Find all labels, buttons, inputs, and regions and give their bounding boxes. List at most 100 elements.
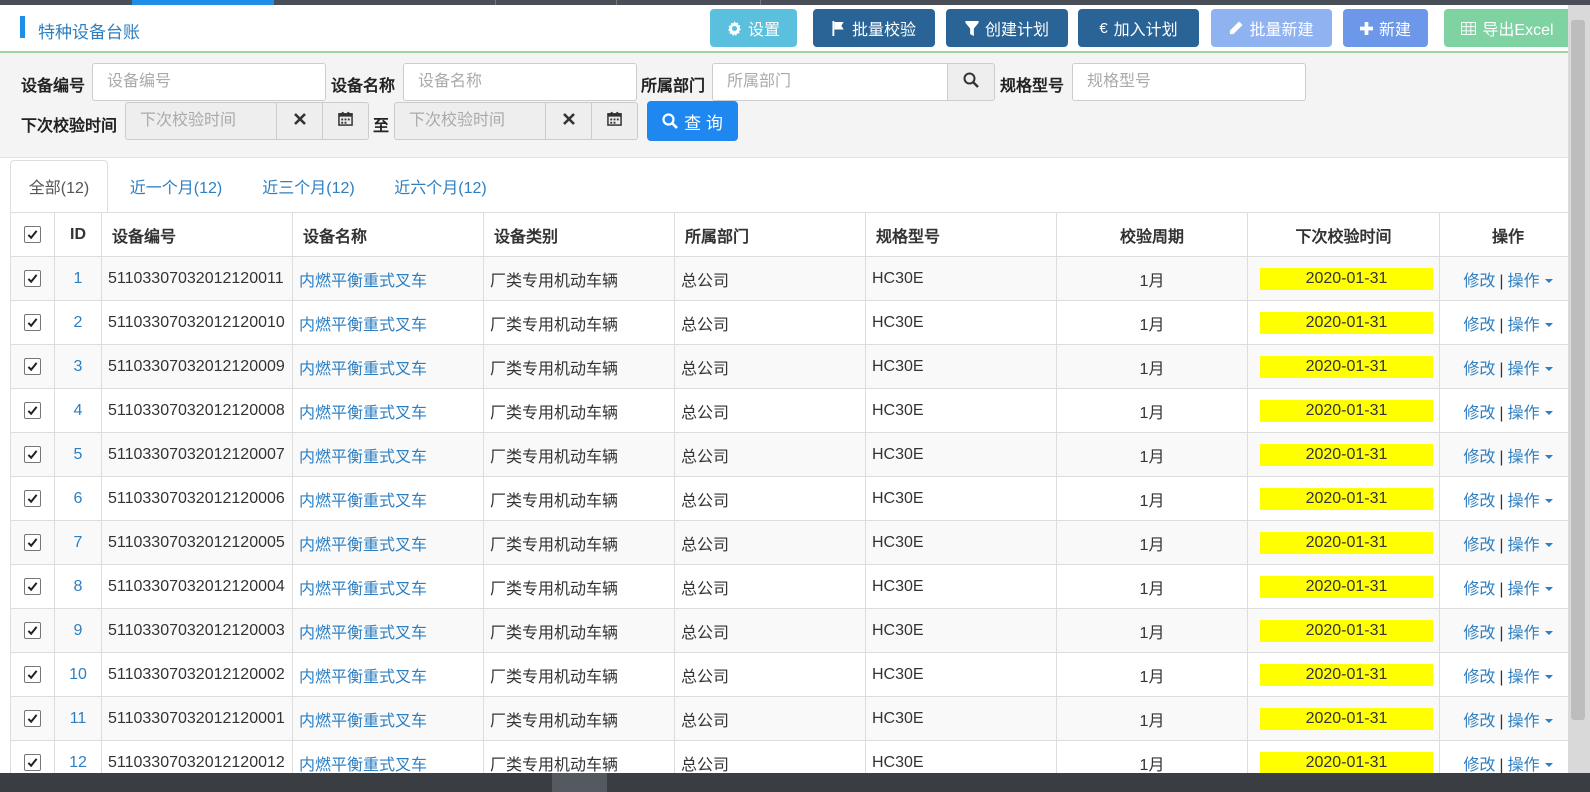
row-id-link[interactable]: 11 bbox=[70, 710, 87, 727]
spec-input[interactable] bbox=[1072, 63, 1306, 101]
table-row[interactable]: 7 51103307032012120005 内燃平衡重式叉车 厂类专用机动车辆 总公司… bbox=[10, 520, 1568, 565]
row-edit-link[interactable]: 修改 bbox=[1463, 317, 1495, 334]
select-all-checkbox[interactable] bbox=[24, 225, 41, 243]
row-select-cell[interactable] bbox=[10, 520, 55, 565]
header-cycle[interactable]: 校验周期 bbox=[1056, 212, 1248, 257]
row-more-dropdown[interactable]: 操作 bbox=[1508, 625, 1553, 642]
batch-new-button[interactable]: 批量新建 bbox=[1211, 9, 1332, 47]
row-edit-link[interactable]: 修改 bbox=[1463, 625, 1495, 642]
clear-from-date-button[interactable] bbox=[276, 102, 323, 140]
dept-search-button[interactable] bbox=[947, 63, 995, 101]
from-calendar-button[interactable] bbox=[322, 102, 369, 140]
row-id-link[interactable]: 12 bbox=[69, 754, 87, 771]
table-row[interactable]: 2 51103307032012120010 内燃平衡重式叉车 厂类专用机动车辆 总公司… bbox=[10, 300, 1568, 345]
row-device-name-link[interactable]: 内燃平衡重式叉车 bbox=[299, 405, 427, 422]
row-checkbox[interactable] bbox=[24, 621, 41, 639]
row-select-cell[interactable] bbox=[10, 740, 55, 773]
to-calendar-button[interactable] bbox=[591, 102, 638, 140]
row-id-link[interactable]: 3 bbox=[74, 358, 83, 375]
next-check-to-input[interactable] bbox=[394, 102, 546, 140]
row-more-dropdown[interactable]: 操作 bbox=[1508, 273, 1553, 290]
row-id-link[interactable]: 6 bbox=[74, 490, 83, 507]
row-select-cell[interactable] bbox=[10, 300, 55, 345]
create-plan-button[interactable]: 创建计划 bbox=[946, 9, 1068, 47]
row-select-cell[interactable] bbox=[10, 256, 55, 301]
device-no-input[interactable] bbox=[92, 63, 326, 101]
dept-input[interactable] bbox=[712, 63, 948, 101]
row-more-dropdown[interactable]: 操作 bbox=[1508, 317, 1553, 334]
row-more-dropdown[interactable]: 操作 bbox=[1508, 757, 1553, 773]
tab-three-months[interactable]: 近三个月(12) bbox=[250, 160, 367, 212]
row-select-cell[interactable] bbox=[10, 476, 55, 521]
header-category[interactable]: 设备类别 bbox=[483, 212, 675, 257]
tab-all[interactable]: 全部(12) bbox=[10, 160, 108, 212]
new-button[interactable]: 新建 bbox=[1343, 9, 1428, 47]
row-edit-link[interactable]: 修改 bbox=[1463, 581, 1495, 598]
row-device-name-link[interactable]: 内燃平衡重式叉车 bbox=[299, 625, 427, 642]
row-id-link[interactable]: 7 bbox=[74, 534, 83, 551]
row-edit-link[interactable]: 修改 bbox=[1463, 361, 1495, 378]
row-select-cell[interactable] bbox=[10, 564, 55, 609]
row-select-cell[interactable] bbox=[10, 432, 55, 477]
row-device-name-link[interactable]: 内燃平衡重式叉车 bbox=[299, 273, 427, 290]
row-edit-link[interactable]: 修改 bbox=[1463, 449, 1495, 466]
settings-button[interactable]: 设置 bbox=[710, 9, 797, 47]
row-device-name-link[interactable]: 内燃平衡重式叉车 bbox=[299, 713, 427, 730]
header-id[interactable]: ID bbox=[54, 212, 102, 257]
row-select-cell[interactable] bbox=[10, 388, 55, 433]
tab-six-months[interactable]: 近六个月(12) bbox=[382, 160, 499, 212]
row-id-link[interactable]: 10 bbox=[69, 666, 87, 683]
row-select-cell[interactable] bbox=[10, 696, 55, 741]
row-checkbox[interactable] bbox=[24, 313, 41, 331]
query-button[interactable]: 查 询 bbox=[647, 101, 738, 141]
batch-check-button[interactable]: 批量校验 bbox=[813, 9, 935, 47]
row-edit-link[interactable]: 修改 bbox=[1463, 757, 1495, 774]
row-device-name-link[interactable]: 内燃平衡重式叉车 bbox=[299, 581, 427, 598]
header-dept[interactable]: 所属部门 bbox=[674, 212, 866, 257]
row-device-name-link[interactable]: 内燃平衡重式叉车 bbox=[299, 361, 427, 378]
row-select-cell[interactable] bbox=[10, 608, 55, 653]
row-id-link[interactable]: 2 bbox=[74, 314, 83, 331]
row-id-link[interactable]: 8 bbox=[74, 578, 83, 595]
row-checkbox[interactable] bbox=[24, 533, 41, 551]
row-edit-link[interactable]: 修改 bbox=[1463, 273, 1495, 290]
row-id-link[interactable]: 1 bbox=[74, 270, 83, 287]
table-row[interactable]: 8 51103307032012120004 内燃平衡重式叉车 厂类专用机动车辆 总公司… bbox=[10, 564, 1568, 609]
select-all-header[interactable] bbox=[10, 212, 55, 257]
row-edit-link[interactable]: 修改 bbox=[1463, 537, 1495, 554]
table-row[interactable]: 3 51103307032012120009 内燃平衡重式叉车 厂类专用机动车辆 总公司… bbox=[10, 344, 1568, 389]
header-spec[interactable]: 规格型号 bbox=[865, 212, 1057, 257]
table-row[interactable]: 1 51103307032012120011 内燃平衡重式叉车 厂类专用机动车辆 总公司… bbox=[10, 256, 1568, 301]
row-checkbox[interactable] bbox=[24, 709, 41, 727]
next-check-from-input[interactable] bbox=[125, 102, 277, 140]
row-more-dropdown[interactable]: 操作 bbox=[1508, 449, 1553, 466]
table-row[interactable]: 6 51103307032012120006 内燃平衡重式叉车 厂类专用机动车辆 总公司… bbox=[10, 476, 1568, 521]
row-edit-link[interactable]: 修改 bbox=[1463, 669, 1495, 686]
row-more-dropdown[interactable]: 操作 bbox=[1508, 405, 1553, 422]
row-checkbox[interactable] bbox=[24, 577, 41, 595]
table-row[interactable]: 11 51103307032012120001 内燃平衡重式叉车 厂类专用机动车辆 总公… bbox=[10, 696, 1568, 741]
row-more-dropdown[interactable]: 操作 bbox=[1508, 361, 1553, 378]
row-more-dropdown[interactable]: 操作 bbox=[1508, 493, 1553, 510]
row-checkbox[interactable] bbox=[24, 269, 41, 287]
row-checkbox[interactable] bbox=[24, 445, 41, 463]
row-id-link[interactable]: 9 bbox=[74, 622, 83, 639]
row-more-dropdown[interactable]: 操作 bbox=[1508, 581, 1553, 598]
row-checkbox[interactable] bbox=[24, 665, 41, 683]
header-device-name[interactable]: 设备名称 bbox=[292, 212, 484, 257]
row-device-name-link[interactable]: 内燃平衡重式叉车 bbox=[299, 537, 427, 554]
tab-one-month[interactable]: 近一个月(12) bbox=[118, 160, 234, 212]
row-id-link[interactable]: 4 bbox=[74, 402, 83, 419]
export-excel-button[interactable]: 导出Excel bbox=[1444, 9, 1568, 47]
header-next-check[interactable]: 下次校验时间 bbox=[1247, 212, 1440, 257]
row-more-dropdown[interactable]: 操作 bbox=[1508, 537, 1553, 554]
row-checkbox[interactable] bbox=[24, 401, 41, 419]
table-row[interactable]: 5 51103307032012120007 内燃平衡重式叉车 厂类专用机动车辆 总公司… bbox=[10, 432, 1568, 477]
device-name-input[interactable] bbox=[403, 63, 637, 101]
row-device-name-link[interactable]: 内燃平衡重式叉车 bbox=[299, 757, 427, 774]
row-id-link[interactable]: 5 bbox=[74, 446, 83, 463]
row-edit-link[interactable]: 修改 bbox=[1463, 713, 1495, 730]
table-row[interactable]: 4 51103307032012120008 内燃平衡重式叉车 厂类专用机动车辆 总公司… bbox=[10, 388, 1568, 433]
table-row[interactable]: 12 51103307032012120012 内燃平衡重式叉车 厂类专用机动车辆 总公… bbox=[10, 740, 1568, 774]
row-select-cell[interactable] bbox=[10, 652, 55, 697]
